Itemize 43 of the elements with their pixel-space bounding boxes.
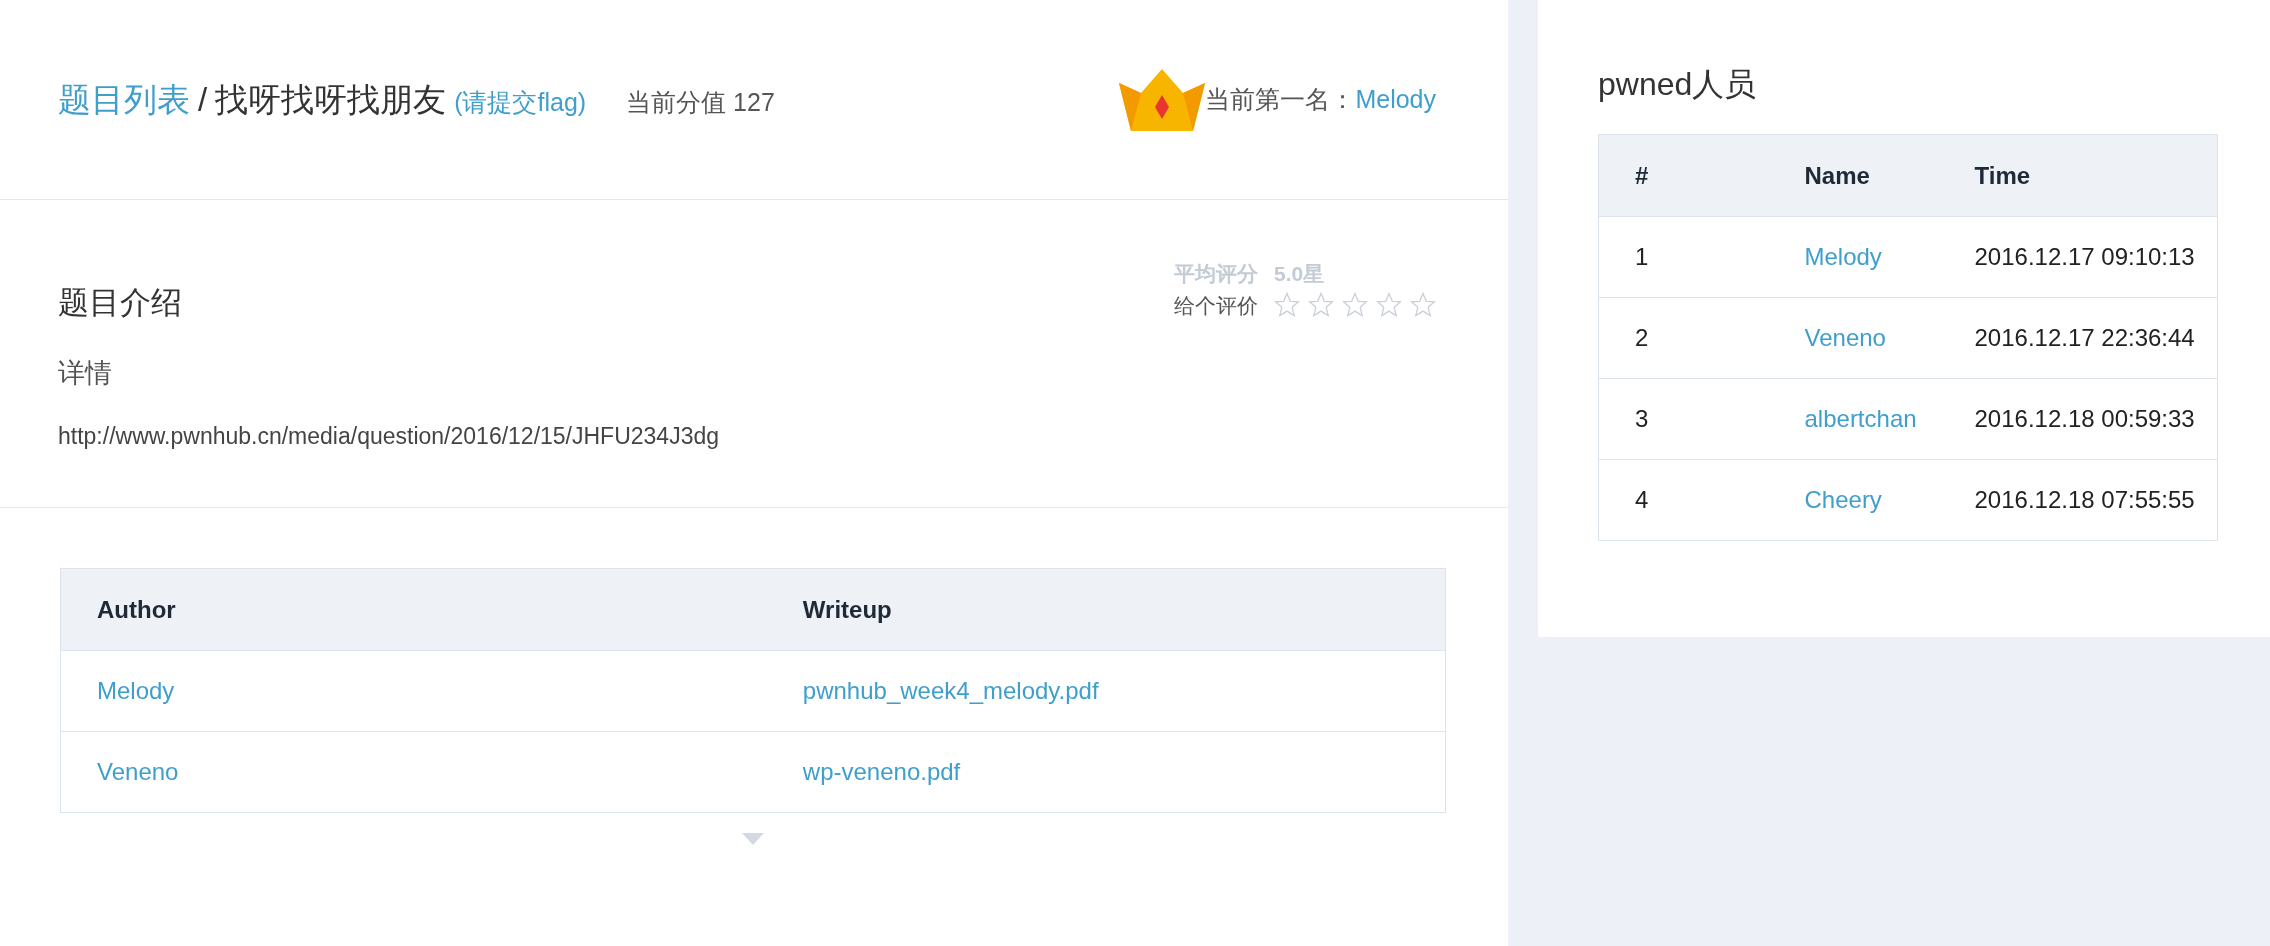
breadcrumb-separator: / <box>198 79 208 120</box>
star-icon[interactable] <box>1342 292 1368 319</box>
submit-flag-link[interactable]: (请提交flag) <box>454 83 587 122</box>
link-cell[interactable]: albertchan <box>1768 378 1939 460</box>
table-cell: 2 <box>1598 297 1769 379</box>
star-icon[interactable] <box>1410 292 1436 319</box>
score-label: 当前分值 127 <box>626 86 775 118</box>
star-icon[interactable] <box>1376 292 1402 319</box>
leader-label: 当前第一名： <box>1205 83 1356 115</box>
table-cell: 1 <box>1598 216 1769 298</box>
link-cell[interactable]: Veneno <box>60 731 767 813</box>
details-url-link[interactable]: http://www.pwnhub.cn/media/question/2016/12/15/JHFU234J3dg <box>58 419 720 454</box>
star-icon[interactable] <box>1274 292 1300 319</box>
star-icon[interactable] <box>1308 292 1334 319</box>
table-cell: 2016.12.18 00:59:33 <box>1938 378 2218 460</box>
section-heading: 题目介绍 <box>58 284 183 322</box>
table-cell: 2016.12.17 09:10:13 <box>1938 216 2218 298</box>
link-cell[interactable]: Melody <box>1768 216 1939 298</box>
leader-name-link[interactable]: Melody <box>1355 80 1436 119</box>
column-header: # <box>1598 134 1769 217</box>
column-header: Name <box>1768 134 1939 217</box>
table-cell: 3 <box>1598 378 1769 460</box>
link-cell[interactable]: Melody <box>60 650 767 732</box>
details-label: 详情 <box>58 356 113 390</box>
challenge-title: 找呀找呀找朋友 <box>215 79 447 120</box>
column-header: Writeup <box>766 568 1446 651</box>
average-rating-label: 平均评分 <box>1174 261 1258 287</box>
breadcrumb-link[interactable]: 题目列表 <box>58 74 190 125</box>
average-rating-value: 5.0星 <box>1274 261 1325 287</box>
link-cell[interactable]: Veneno <box>1768 297 1939 379</box>
table-cell: 2016.12.18 07:55:55 <box>1938 459 2218 541</box>
star-rating[interactable] <box>1274 292 1436 319</box>
rate-label: 给个评价 <box>1174 292 1258 319</box>
column-header: Author <box>60 568 767 651</box>
panel-title: pwned人员 <box>1598 65 1758 104</box>
link-cell[interactable]: Cheery <box>1768 459 1939 541</box>
link-cell[interactable]: wp-veneno.pdf <box>766 731 1446 813</box>
table-cell: 2016.12.17 22:36:44 <box>1938 297 2218 379</box>
column-header: Time <box>1938 134 2218 217</box>
link-cell[interactable]: pwnhub_week4_melody.pdf <box>766 650 1446 732</box>
table-cell: 4 <box>1598 459 1769 541</box>
caret-down-icon[interactable] <box>742 833 764 845</box>
crown-icon <box>1119 68 1206 131</box>
